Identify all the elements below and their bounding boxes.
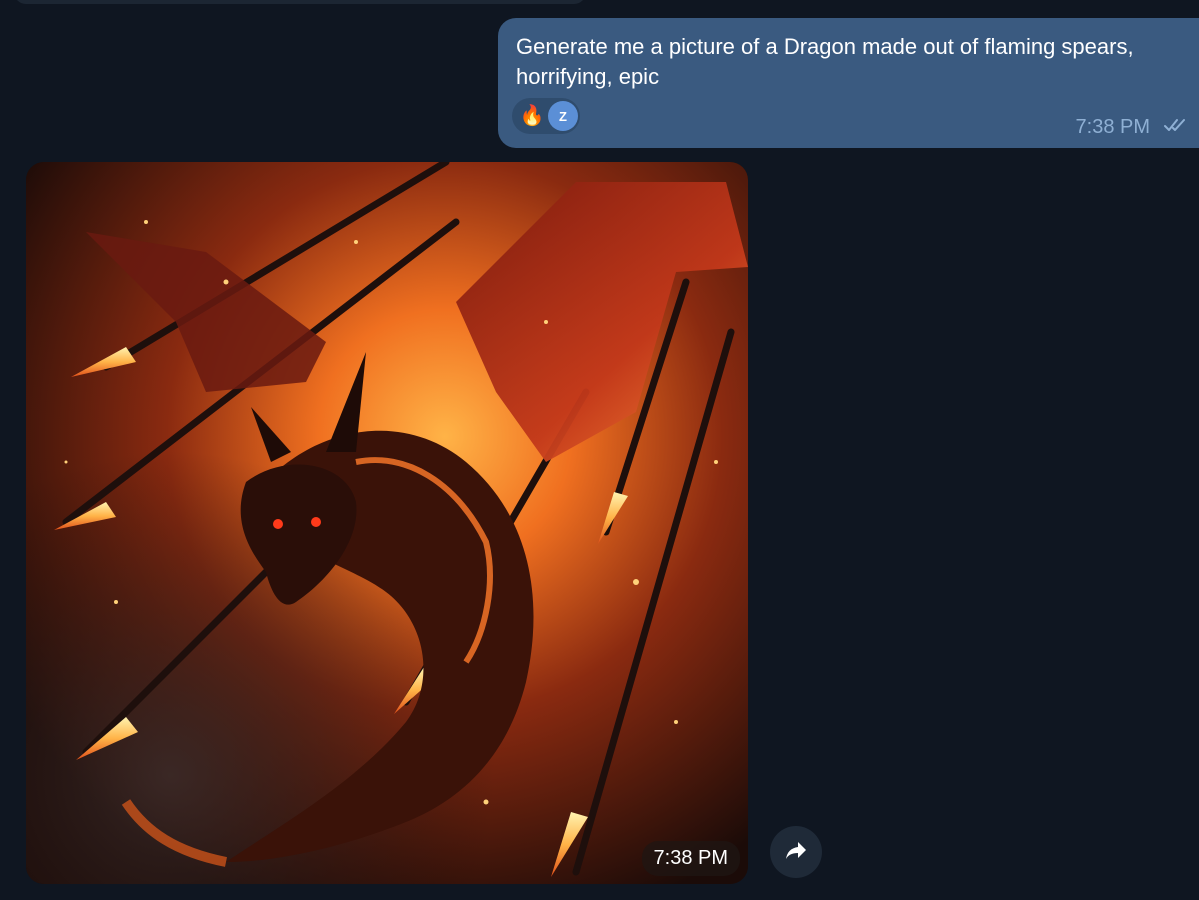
chat-view: Generate me a picture of a Dragon made o… — [0, 0, 1199, 900]
message-time: 7:38 PM — [1075, 116, 1150, 138]
forward-arrow-icon — [784, 840, 808, 865]
double-check-icon — [1164, 116, 1188, 139]
message-meta: 7:38 PM — [1076, 116, 1188, 139]
dragon-image — [26, 162, 748, 884]
image-message[interactable]: 7:38 PM — [26, 162, 748, 884]
fire-reaction[interactable]: 🔥 — [518, 98, 546, 134]
message-text: Generate me a picture of a Dragon made o… — [516, 34, 1134, 89]
outgoing-message-bubble[interactable]: Generate me a picture of a Dragon made o… — [498, 18, 1199, 148]
image-time-badge: 7:38 PM — [641, 841, 740, 876]
previous-message-edge — [14, 0, 586, 4]
reactions-bar[interactable]: 🔥 Z — [512, 98, 580, 134]
forward-button[interactable] — [770, 826, 822, 878]
reactor-avatar[interactable]: Z — [548, 101, 578, 131]
